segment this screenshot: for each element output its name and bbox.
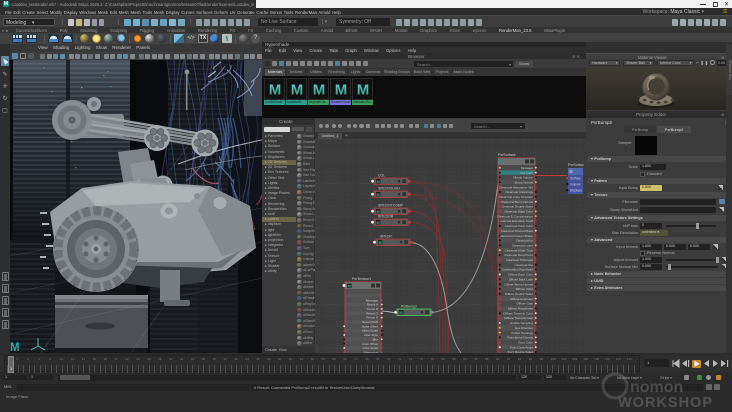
svg-text:Clearcoat Edge Color: Clearcoat Edge Color	[504, 210, 533, 214]
svg-text:Diffuse Exponent: Diffuse Exponent	[510, 297, 533, 301]
svg-text:Clearcoat Fresnel Shape: Clearcoat Fresnel Shape	[500, 234, 534, 238]
svg-text:Clearcoat Double Sided: Clearcoat Double Sided	[501, 205, 533, 209]
svg-text:Diffuse Back Color: Diffuse Back Color	[508, 273, 533, 277]
svg-text:SPECROUGH: SPECROUGH	[378, 187, 400, 191]
svg-text:Result RGB: Result RGB	[362, 320, 378, 324]
svg-text:PxrSurface: PxrSurface	[498, 153, 516, 157]
svg-text:Clearcoat E Compensation: Clearcoat E Compensation	[497, 214, 533, 218]
svg-text:Alpha Scale: Alpha Scale	[362, 329, 378, 333]
svg-text:PxrSurfac: PxrSurfac	[568, 163, 584, 167]
svg-text:Color Scale: Color Scale	[362, 346, 378, 350]
svg-text:M: M	[269, 82, 282, 98]
svg-text:Result A: Result A	[367, 303, 378, 307]
svg-text:Result G: Result G	[366, 311, 378, 315]
svg-text:Enable Sampling: Enable Sampling	[510, 321, 533, 325]
svg-text:Clearcoat Layer: Clearcoat Layer	[512, 244, 533, 248]
svg-text:Follow Topology: Follow Topology	[512, 331, 534, 335]
svg-text:Clearcoat Roughness: Clearcoat Roughness	[504, 253, 533, 257]
svg-text:Diffuse Roughness: Diffuse Roughness	[508, 307, 534, 311]
svg-text:nomon: nomon	[630, 379, 683, 396]
svg-text:Clearcoat Bump Normal: Clearcoat Bump Normal	[501, 200, 533, 204]
svg-text:Diffuse Color: Diffuse Color	[516, 287, 533, 291]
svg-text:M: M	[291, 82, 304, 98]
svg-text:Clearcoat Ior: Clearcoat Ior	[516, 239, 533, 243]
svg-text:Albedo Volume: Albedo Volume	[513, 176, 534, 180]
svg-text:Surface: Surface	[570, 177, 581, 181]
svg-text:Diffuse Double Sided: Diffuse Double Sided	[505, 292, 533, 296]
svg-text:M: M	[313, 82, 326, 98]
svg-text:Clearcoat Absorption Tint: Clearcoat Absorption Tint	[499, 185, 533, 189]
svg-text:Blur: Blur	[373, 337, 378, 341]
svg-text:M: M	[377, 193, 380, 197]
svg-text:Clearcoat Top: Clearcoat Top	[515, 263, 534, 267]
svg-text:M: M	[377, 221, 380, 225]
svg-text:Volume: Volume	[570, 183, 581, 187]
svg-text:M: M	[335, 82, 348, 98]
svg-text:WORKSHOP: WORKSHOP	[618, 395, 713, 410]
svg-text:Diffuse Gain: Diffuse Gain	[517, 302, 534, 306]
svg-text:M: M	[377, 210, 380, 214]
svg-text:Fuzz Bump Normal: Fuzz Bump Normal	[507, 336, 533, 340]
svg-text:Clearcoat Face Color: Clearcoat Face Color	[505, 224, 533, 228]
svg-text:Clearcoat Mode Type: Clearcoat Mode Type	[505, 248, 534, 252]
svg-text:SPECR: SPECR	[380, 235, 392, 239]
svg-text:Continuation Ray Mode: Continuation Ray Mode	[502, 268, 534, 272]
svg-text:Diffuse Transmit Color: Diffuse Transmit Color	[503, 311, 533, 315]
svg-text:Clearcoat Extinction Coeff: Clearcoat Extinction Coeff	[498, 219, 533, 223]
svg-text:Clearcoat Anisotropy: Clearcoat Anisotropy	[505, 190, 533, 194]
svg-text:Clearcoat Fresnel Mode: Clearcoat Fresnel Mode	[501, 229, 533, 233]
svg-text:SPECINTCOMP: SPECINTCOMP	[378, 204, 404, 208]
svg-text:Diffuse Bump Normal: Diffuse Bump Normal	[505, 282, 534, 286]
svg-text:PxrTexture1: PxrTexture1	[352, 277, 371, 281]
svg-text:Out Color: Out Color	[520, 171, 533, 175]
svg-text:Clearcoat Aniso Direction: Clearcoat Aniso Direction	[499, 195, 533, 199]
svg-text:SPECIOR: SPECIOR	[378, 215, 394, 219]
svg-text:M: M	[377, 180, 380, 184]
svg-text:COL: COL	[378, 174, 385, 178]
svg-text:M: M	[400, 311, 403, 315]
svg-text:Diffuse Transmit Gain: Diffuse Transmit Gain	[504, 316, 533, 320]
svg-text:PxrBump2: PxrBump2	[401, 305, 417, 309]
svg-text:Bump Normal: Bump Normal	[515, 181, 534, 185]
svg-text:Clearcoat Thickness: Clearcoat Thickness	[506, 258, 534, 262]
svg-text:M: M	[379, 241, 382, 245]
svg-text:Message: Message	[521, 166, 534, 170]
svg-text:M: M	[357, 82, 370, 98]
svg-text:Fuzz Cone Angle: Fuzz Cone Angle	[510, 345, 533, 349]
svg-text:Diffuse Back Lobe: Diffuse Back Lobe	[509, 277, 534, 281]
svg-text:Displace: Displace	[570, 189, 582, 193]
svg-text:Eye Direction: Eye Direction	[515, 326, 533, 330]
svg-text:Fuzz Color: Fuzz Color	[518, 341, 533, 345]
